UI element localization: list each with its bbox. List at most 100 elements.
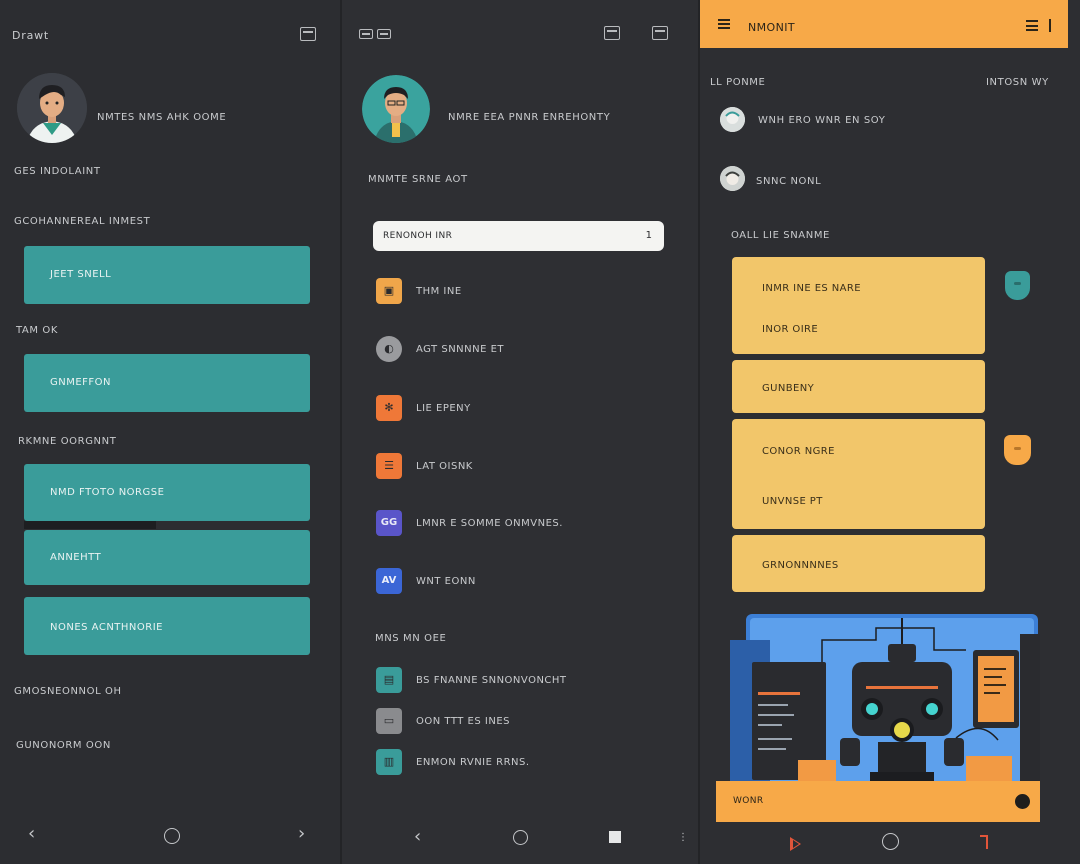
section-label: Mnmte srne aot [368, 174, 468, 185]
section-label: Mns mn oee [375, 633, 447, 644]
list-icon: ☰ [376, 453, 402, 479]
play-icon-inner [793, 840, 799, 848]
section-label: Gcohannereal inmest [14, 216, 151, 227]
people-icon: GG [376, 510, 402, 536]
action-button[interactable]: Gnmeffon [24, 354, 310, 412]
menu-item-label: Bs fnanne snnonvoncht [416, 675, 567, 686]
search-count: 1 [645, 230, 652, 241]
home-icon[interactable] [513, 830, 528, 845]
menu-item-label: Oon ttt es ines [416, 716, 510, 727]
contact-avatar[interactable] [720, 107, 745, 132]
avatar[interactable] [362, 75, 430, 143]
robot-illustration [730, 614, 1040, 782]
message-card[interactable]: Gunbeny [732, 360, 985, 413]
button-label: Jeet snell [50, 269, 112, 280]
card-line: Conor ngre [762, 446, 835, 457]
back-icon[interactable]: ‹ [414, 826, 421, 847]
menu-item-label: Thm ine [416, 286, 462, 297]
menu-item[interactable]: ▥ Enmon rvnie rrns. [376, 749, 666, 775]
menu-icon[interactable] [718, 19, 730, 29]
app-title: Drawt [12, 29, 50, 42]
recents-icon[interactable] [609, 831, 621, 843]
menu-item-label: Lmnr e somme onmvnes. [416, 518, 563, 529]
message-card[interactable]: Conor ngre Unvnse pt [732, 419, 985, 529]
bottom-bar-label: Wonr [733, 796, 764, 806]
search-input[interactable]: Renonoh inr 1 [373, 221, 664, 251]
button-label: Nmd ftoto norgse [50, 487, 165, 498]
card-line: Inmr ine es nare [762, 283, 861, 294]
footer-label: Gmosneonnol oh [14, 686, 122, 697]
menu-item-label: Enmon rvnie rrns. [416, 757, 530, 768]
star-icon: ✻ [376, 395, 402, 421]
progress-bar [24, 521, 156, 529]
copy-icon[interactable] [652, 26, 668, 40]
doc-icon: ▭ [376, 708, 402, 734]
chart-icon: AV [376, 568, 402, 594]
more-icon[interactable] [1049, 19, 1051, 32]
menu-item-label: Lie epeny [416, 403, 471, 414]
column-header: Ll ponme [710, 77, 766, 88]
list-icon[interactable] [1026, 20, 1038, 31]
menu-item[interactable]: ◐ Agt snnnne et [376, 336, 656, 362]
top-app-bar: Nmonit [700, 0, 1068, 48]
card-line: Unvnse pt [762, 496, 823, 507]
menu-item[interactable]: AV Wnt eonn [376, 568, 656, 594]
section-label: Rkmne oorgnnt [18, 436, 117, 447]
bookmark-icon[interactable] [1004, 435, 1031, 465]
menu-item[interactable]: ▤ Bs fnanne snnonvoncht [376, 667, 666, 693]
message-card[interactable]: Inmr ine es nare Inor oire [732, 257, 985, 354]
layout-icon[interactable] [359, 29, 373, 39]
action-button[interactable]: Nones acnthnorie [24, 597, 310, 655]
back-icon[interactable]: ‹ [28, 823, 35, 844]
button-label: Annehtt [50, 552, 102, 563]
menu-item[interactable]: ✻ Lie epeny [376, 395, 656, 421]
bookmark-icon[interactable] [1005, 271, 1030, 300]
card-icon: ▤ [376, 667, 402, 693]
menu-item[interactable]: ☰ Lat oisnk [376, 453, 656, 479]
contact-name[interactable]: Wnh ero wnr en soy [758, 115, 885, 126]
forward-icon[interactable]: › [298, 823, 305, 844]
layout-icon[interactable] [377, 29, 391, 39]
app-bar-title: Nmonit [748, 21, 795, 34]
action-button[interactable]: Annehtt [24, 530, 310, 585]
section-label: Tam ok [16, 325, 59, 336]
footer-label: Gunonorm oon [16, 740, 111, 751]
bottom-bar[interactable]: Wonr [716, 781, 1040, 822]
window-icon[interactable] [604, 26, 620, 40]
window-icon[interactable] [300, 27, 316, 41]
home-icon[interactable] [164, 828, 180, 844]
column-header: Intosn wy [986, 77, 1049, 88]
section-label: Ges indolaint [14, 166, 101, 177]
menu-item[interactable]: ▭ Oon ttt es ines [376, 708, 666, 734]
menu-item[interactable]: GG Lmnr e somme onmvnes. [376, 510, 656, 536]
clock-icon: ◐ [376, 336, 402, 362]
card-line: Gunbeny [762, 383, 815, 394]
profile-screen-left: Drawt Nmtes nms ahk oome Ges indolaint G… [0, 0, 340, 864]
avatar[interactable] [17, 73, 87, 143]
contact-avatar[interactable] [720, 166, 745, 191]
search-value: Renonoh inr [383, 231, 453, 241]
card-line: Inor oire [762, 324, 819, 335]
menu-screen-middle: Nmre eea pnnr enrehonty Mnmte srne aot R… [342, 0, 698, 864]
menu-item-label: Agt snnnne et [416, 344, 505, 355]
button-label: Nones acnthnorie [50, 622, 163, 633]
message-card[interactable]: Grnonnnnes [732, 535, 985, 592]
menu-item-label: Wnt eonn [416, 576, 476, 587]
toggle-icon[interactable] [1015, 794, 1030, 809]
back-icon-stem [986, 835, 988, 849]
grid-icon: ▣ [376, 278, 402, 304]
section-label: Oall lie snanme [731, 230, 830, 241]
menu-item-label: Lat oisnk [416, 461, 473, 472]
button-label: Gnmeffon [50, 377, 112, 388]
chat-screen-right: Nmonit Ll ponme Intosn wy Wnh ero wnr en… [700, 0, 1080, 864]
contact-name[interactable]: Snnc nonl [756, 176, 821, 187]
home-icon[interactable] [882, 833, 899, 850]
profile-name: Nmre eea pnnr enrehonty [448, 112, 611, 123]
more-icon[interactable]: ⋮ [678, 832, 688, 843]
profile-name: Nmtes nms ahk oome [97, 112, 227, 123]
card-line: Grnonnnnes [762, 560, 839, 571]
chat-icon: ▥ [376, 749, 402, 775]
menu-item[interactable]: ▣ Thm ine [376, 278, 656, 304]
action-button[interactable]: Nmd ftoto norgse [24, 464, 310, 521]
action-button[interactable]: Jeet snell [24, 246, 310, 304]
